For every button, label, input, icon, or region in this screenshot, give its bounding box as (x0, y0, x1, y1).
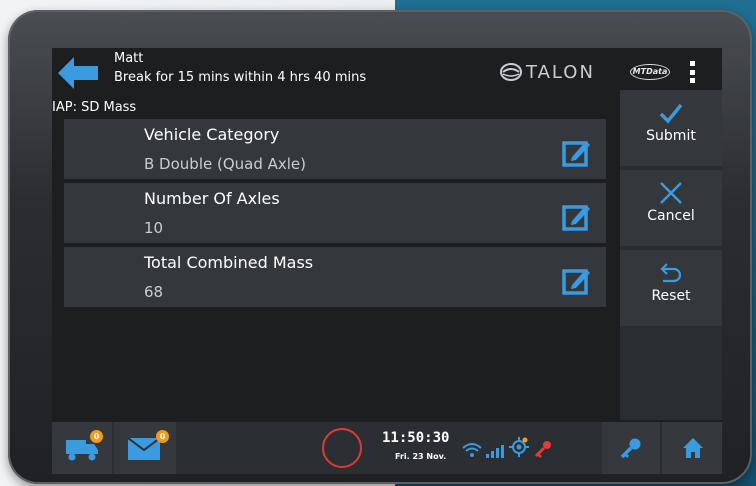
photo-background: Matt Break for 15 mins within 4 hrs 40 m… (0, 0, 756, 486)
tablet-device: Matt Break for 15 mins within 4 hrs 40 m… (8, 10, 752, 484)
field-row-vehicle-category[interactable]: Vehicle Category B Double (Quad Axle) (64, 119, 606, 179)
edit-icon[interactable] (562, 137, 592, 167)
jobs-badge: 0 (90, 430, 103, 443)
submit-button[interactable]: Submit (620, 90, 722, 166)
action-panel: Submit Cancel Reset (620, 90, 722, 420)
status-bar: 0 0 11:50:30 Fri. 23 Nov. (52, 422, 722, 474)
gps-icon (509, 437, 529, 457)
record-icon[interactable] (322, 428, 362, 468)
edit-icon[interactable] (562, 265, 592, 295)
break-notice: Break for 15 mins within 4 hrs 40 mins (114, 70, 367, 85)
talon-logo-text: TALON (526, 61, 595, 83)
field-value: 68 (144, 283, 164, 301)
field-value: 10 (144, 219, 164, 237)
signal-icon (486, 445, 504, 458)
back-button[interactable] (58, 56, 100, 90)
field-label: Total Combined Mass (144, 253, 314, 272)
reset-label: Reset (651, 288, 691, 304)
field-label: Vehicle Category (144, 125, 280, 144)
undo-icon (660, 263, 682, 283)
jobs-button[interactable]: 0 (52, 422, 112, 474)
wifi-icon (462, 443, 482, 457)
home-icon (683, 438, 703, 458)
driver-name: Matt (114, 51, 144, 66)
messages-badge: 0 (156, 430, 169, 443)
talon-swirl-icon (500, 63, 522, 81)
checkmark-icon (659, 103, 683, 124)
messages-button[interactable]: 0 (114, 422, 176, 474)
back-arrow-icon (58, 57, 98, 89)
clock-time: 11:50:30 (382, 430, 450, 446)
menu-dots-icon[interactable] (690, 61, 696, 83)
home-button[interactable] (662, 422, 722, 474)
submit-label: Submit (646, 128, 696, 144)
envelope-icon (128, 438, 160, 460)
form-title: IAP: SD Mass (52, 100, 137, 115)
clock-date: Fri. 23 Nov. (395, 452, 447, 461)
field-row-total-combined-mass[interactable]: Total Combined Mass 68 (64, 247, 606, 307)
field-row-number-of-axles[interactable]: Number Of Axles 10 (64, 183, 606, 243)
cancel-button[interactable]: Cancel (620, 170, 722, 246)
mtdata-logo: MTData (630, 64, 670, 80)
red-key-icon (534, 441, 551, 458)
key-button[interactable] (602, 422, 660, 474)
cancel-label: Cancel (647, 208, 695, 224)
reset-button[interactable]: Reset (620, 250, 722, 326)
close-icon (660, 182, 682, 204)
device-screen: Matt Break for 15 mins within 4 hrs 40 m… (52, 48, 722, 474)
edit-icon[interactable] (562, 201, 592, 231)
field-value: B Double (Quad Axle) (144, 155, 307, 173)
talon-logo: TALON (500, 60, 595, 84)
field-label: Number Of Axles (144, 189, 280, 208)
key-icon (620, 438, 641, 459)
